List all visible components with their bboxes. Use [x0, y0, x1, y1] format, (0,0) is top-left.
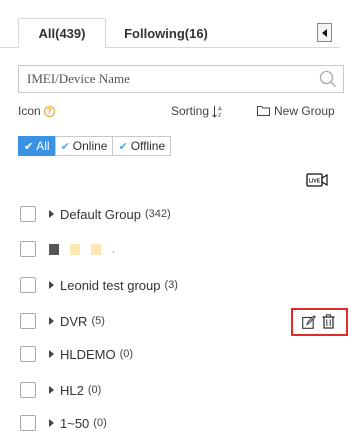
group-checkbox[interactable]: [20, 313, 36, 329]
filter-label: Online: [72, 139, 108, 153]
check-icon: ✔: [118, 140, 128, 153]
group-checkbox[interactable]: [20, 277, 36, 293]
group-count: (5): [91, 315, 105, 327]
device-search-box: [18, 65, 344, 93]
group-count: (342): [144, 208, 171, 220]
filter-online[interactable]: ✔ Online: [54, 136, 114, 156]
check-icon: ✔: [60, 140, 70, 153]
group-count: (0): [119, 348, 134, 360]
group-row-default[interactable]: Default Group (342): [20, 203, 340, 225]
filter-label: All: [36, 139, 50, 153]
tab-all[interactable]: All(439): [18, 18, 106, 48]
expand-caret-icon[interactable]: [49, 281, 54, 289]
icon-label: Icon: [18, 104, 41, 118]
search-input[interactable]: [19, 66, 309, 92]
expand-caret-icon[interactable]: [49, 317, 54, 325]
light-square-icon: [70, 243, 80, 255]
group-name-suffix: .: [112, 242, 116, 256]
group-count: (0): [87, 384, 102, 396]
edit-icon[interactable]: [302, 315, 316, 329]
device-tabbar: All(439) Following(16): [0, 0, 350, 48]
svg-text:Z: Z: [218, 113, 222, 118]
group-count: (0): [93, 417, 107, 429]
sorting-label: Sorting: [171, 104, 210, 118]
group-actions: [291, 308, 348, 336]
list-toolbar: Icon ? Sorting A Z New Group: [18, 104, 350, 122]
filter-offline[interactable]: ✔ Offline: [112, 136, 172, 156]
filter-label: Offline: [130, 139, 166, 153]
expand-caret-icon[interactable]: [49, 210, 54, 218]
new-group-label: New Group: [274, 104, 335, 118]
folder-icon: [257, 106, 270, 116]
group-name: 1~50: [60, 415, 90, 431]
group-name: Default Group: [60, 206, 141, 222]
group-row-leonid[interactable]: Leonid test group (3): [20, 274, 340, 296]
expand-caret-icon[interactable]: [49, 419, 54, 427]
group-row-unnamed[interactable]: .: [20, 238, 340, 260]
group-checkbox[interactable]: [20, 206, 36, 222]
icon-toggle[interactable]: Icon ?: [18, 104, 55, 118]
collapse-panel-button[interactable]: [317, 23, 332, 42]
group-name: Leonid test group: [60, 277, 161, 293]
group-count: (3): [164, 279, 178, 291]
group-checkbox[interactable]: [20, 382, 36, 398]
status-filter-group: ✔ All ✔ Online ✔ Offline: [18, 136, 172, 156]
search-icon[interactable]: [319, 70, 337, 88]
filter-all[interactable]: ✔ All: [18, 136, 56, 156]
svg-text:A: A: [218, 106, 222, 112]
live-label: LIVE: [309, 179, 321, 185]
group-name: HLDEMO: [60, 346, 116, 362]
check-icon: ✔: [24, 140, 34, 153]
group-checkbox[interactable]: [20, 415, 36, 431]
sorting-button[interactable]: Sorting A Z: [171, 104, 223, 118]
group-name: HL2: [60, 382, 84, 398]
light-square-icon: [91, 243, 101, 255]
group-checkbox[interactable]: [20, 346, 36, 362]
group-row-hldemo[interactable]: HLDEMO (0): [20, 343, 340, 365]
group-row-hl2[interactable]: HL2 (0): [20, 379, 340, 401]
sort-az-icon: A Z: [212, 105, 222, 118]
tab-following[interactable]: Following(16): [113, 18, 219, 48]
new-group-button[interactable]: New Group: [257, 104, 335, 118]
group-row-1-50[interactable]: 1~50 (0): [20, 412, 340, 434]
trash-icon[interactable]: [322, 314, 335, 329]
help-icon[interactable]: ?: [43, 105, 55, 117]
dark-square-icon: [49, 243, 59, 255]
expand-caret-icon[interactable]: [49, 350, 54, 358]
live-video-icon[interactable]: LIVE: [306, 172, 328, 188]
group-name: DVR: [60, 313, 88, 329]
expand-caret-icon[interactable]: [49, 386, 54, 394]
group-checkbox[interactable]: [20, 241, 36, 257]
